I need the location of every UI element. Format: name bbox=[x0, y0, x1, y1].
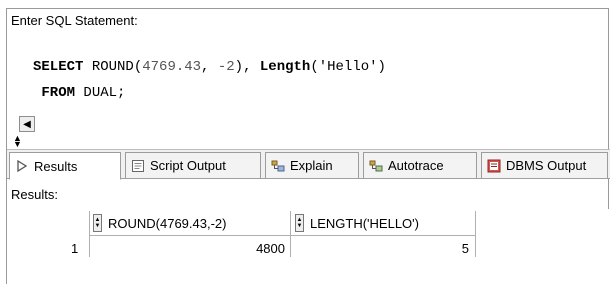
sql-editor[interactable]: SELECT ROUND(4769.43, -2), Length('Hello… bbox=[19, 35, 604, 143]
column-header-round[interactable]: ▲ ▼ ROUND(4769.43,-2) bbox=[93, 211, 289, 235]
dbms-icon bbox=[486, 158, 502, 174]
arrow-left-icon: ◀ bbox=[23, 118, 31, 130]
play-icon bbox=[14, 158, 30, 174]
code-line-1: SELECT ROUND(4769.43, -2), Length('Hello… bbox=[33, 59, 386, 75]
code-number: -2 bbox=[217, 59, 235, 75]
column-header-label: LENGTH('HELLO') bbox=[310, 215, 419, 231]
autotrace-icon bbox=[368, 158, 384, 174]
tab-label: DBMS Output bbox=[506, 158, 587, 173]
tab-label: Results bbox=[34, 158, 78, 174]
code-text: ), bbox=[234, 59, 260, 75]
keyword-length: Length bbox=[259, 59, 311, 75]
keyword-select: SELECT bbox=[33, 59, 84, 75]
tab-dbms-output[interactable]: DBMS Output bbox=[481, 152, 608, 178]
sql-statement-label: Enter SQL Statement: bbox=[11, 13, 138, 28]
column-divider bbox=[475, 211, 476, 257]
tab-autotrace[interactable]: Autotrace bbox=[363, 152, 477, 178]
tab-explain[interactable]: Explain bbox=[265, 152, 359, 178]
arrow-down-icon: ▼ bbox=[13, 139, 22, 149]
splitter-handle[interactable]: ▲ ▼ bbox=[13, 134, 31, 149]
column-header-label: ROUND(4769.43,-2) bbox=[108, 215, 227, 231]
row-header-divider bbox=[89, 211, 90, 257]
scroll-left-button[interactable]: ◀ bbox=[19, 116, 35, 132]
output-tab-bar: Results Script Output Explain Autotrace … bbox=[7, 149, 610, 180]
sql-worksheet: Enter SQL Statement: SELECT ROUND(4769.4… bbox=[6, 8, 610, 285]
tab-script-output[interactable]: Script Output bbox=[125, 152, 261, 178]
tab-label: Explain bbox=[290, 158, 333, 173]
column-divider bbox=[290, 211, 291, 257]
tab-label: Autotrace bbox=[388, 158, 444, 173]
cell-round[interactable]: 4800 bbox=[207, 241, 285, 256]
code-number: 4769.43 bbox=[142, 59, 202, 75]
code-text: ( bbox=[310, 59, 319, 75]
code-string: 'Hello' bbox=[318, 59, 378, 75]
code-text: ROUND( bbox=[83, 59, 143, 75]
sort-icon: ▲ ▼ bbox=[295, 214, 304, 232]
tab-results[interactable]: Results bbox=[9, 152, 121, 180]
cell-length[interactable]: 5 bbox=[407, 241, 469, 256]
code-text: , bbox=[201, 59, 218, 75]
column-header-length[interactable]: ▲ ▼ LENGTH('HELLO') bbox=[295, 211, 475, 235]
results-grid: ▲ ▼ ROUND(4769.43,-2) ▲ ▼ LENGTH('HELLO') … bbox=[7, 209, 610, 285]
script-icon bbox=[130, 158, 146, 174]
code-text: DUAL; bbox=[75, 85, 126, 101]
results-label: Results: bbox=[11, 187, 58, 202]
code-text: ) bbox=[377, 59, 386, 75]
keyword-from: FROM bbox=[41, 85, 76, 101]
explain-icon bbox=[270, 158, 286, 174]
row-number: 1 bbox=[71, 241, 79, 256]
tab-label: Script Output bbox=[150, 158, 226, 173]
header-divider bbox=[89, 235, 475, 236]
code-line-2: FROM DUAL; bbox=[33, 85, 125, 101]
sort-icon: ▲ ▼ bbox=[93, 214, 102, 232]
